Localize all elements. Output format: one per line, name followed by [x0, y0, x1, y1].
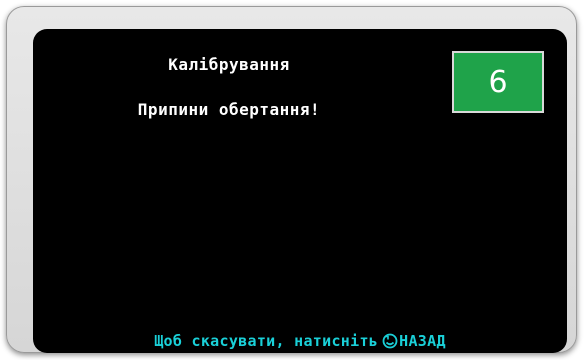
countdown-counter: 6 [452, 51, 544, 113]
cancel-hint-text: Щоб скасувати, натисніть [154, 332, 379, 350]
instruction-message: Припини обертання! [137, 100, 321, 119]
back-arrow-icon [382, 333, 398, 349]
calibration-title: Калібрування [168, 55, 290, 74]
device-bezel: Калібрування Припини обертання! 6 Щоб ск… [6, 6, 577, 353]
cancel-hint: Щоб скасувати, натисніть НАЗАД [33, 332, 567, 350]
back-button-label[interactable]: НАЗАД [399, 332, 446, 350]
display-screen: Калібрування Припини обертання! 6 Щоб ск… [33, 29, 567, 353]
